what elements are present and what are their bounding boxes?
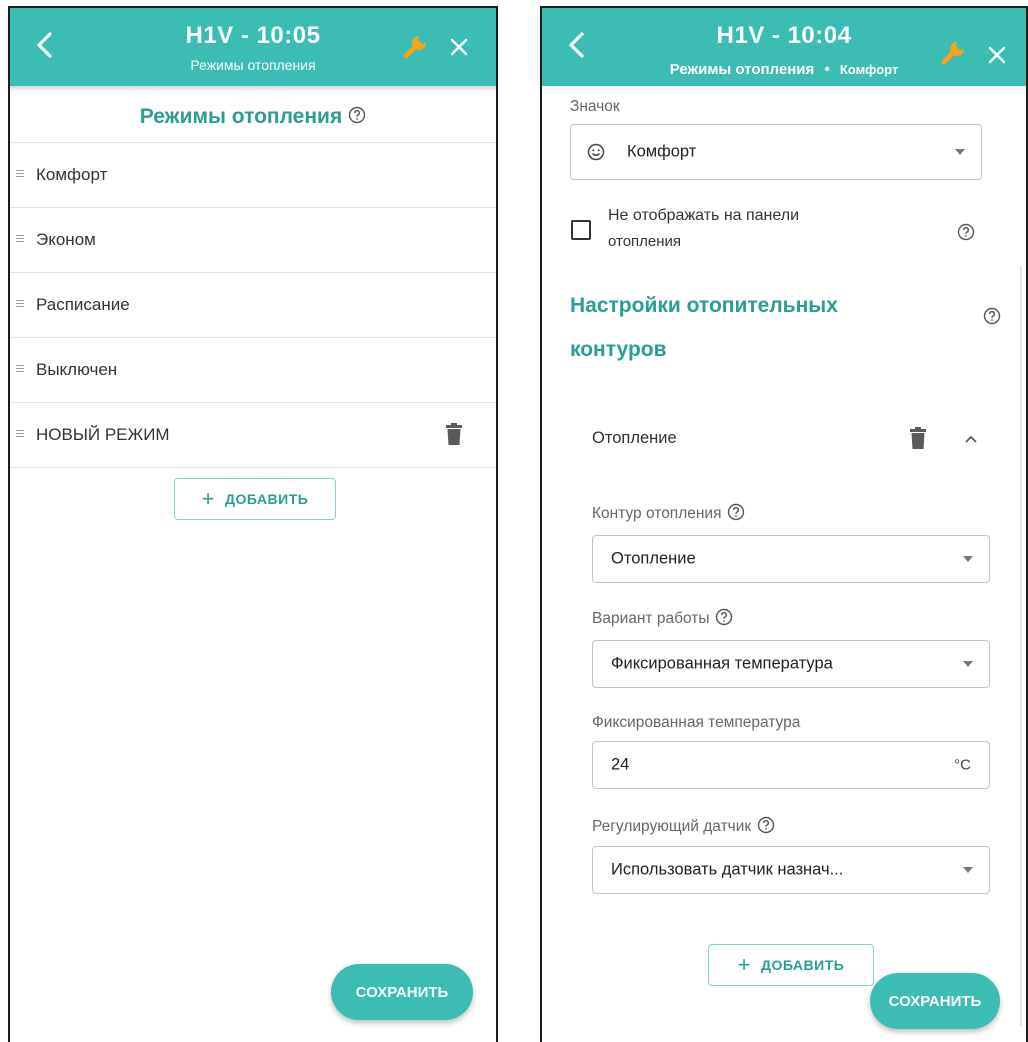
icon-select-value: Комфорт bbox=[627, 142, 697, 161]
icon-select[interactable]: Комфорт bbox=[570, 124, 982, 180]
circuits-section-title: Настройки отопительных контуров bbox=[570, 284, 838, 372]
mode-label: НОВЫЙ РЕЖИМ bbox=[36, 425, 170, 444]
list-item-mode[interactable]: Выключен bbox=[10, 337, 496, 402]
circuits-title-line2: контуров bbox=[570, 338, 667, 361]
save-button[interactable]: СОХРАНИТЬ bbox=[870, 973, 1000, 1029]
fixed-temp-label: Фиксированная температура bbox=[592, 714, 801, 731]
section-title-text: Режимы отопления bbox=[139, 105, 343, 128]
chevron-up-icon[interactable] bbox=[964, 434, 978, 444]
circuit-name: Отопление bbox=[592, 429, 677, 447]
drag-handle-icon[interactable] bbox=[16, 170, 24, 179]
help-icon[interactable] bbox=[957, 223, 975, 241]
hide-on-panel-label-line1: Не отображать на панели bbox=[608, 207, 800, 224]
smiley-icon bbox=[587, 143, 605, 161]
circuits-title-line1: Настройки отопительных bbox=[570, 294, 838, 317]
hide-on-panel-checkbox[interactable] bbox=[571, 220, 591, 240]
help-icon[interactable] bbox=[727, 503, 745, 521]
contour-label: Контур отопления bbox=[592, 503, 745, 523]
mode-label: Выключен bbox=[36, 360, 118, 379]
phone-screen-mode-comfort: H1V - 10:04 Режимы отопления • Комфорт З… bbox=[540, 6, 1028, 1042]
add-label: ДОБАВИТЬ bbox=[761, 957, 845, 973]
drag-handle-icon[interactable] bbox=[16, 365, 24, 374]
close-icon[interactable] bbox=[450, 38, 468, 56]
add-circuit-button[interactable]: + ДОБАВИТЬ bbox=[708, 944, 874, 986]
list-item-mode[interactable]: Эконом bbox=[10, 207, 496, 272]
app-header: H1V - 10:04 Режимы отопления • Комфорт bbox=[542, 8, 1026, 86]
plus-icon: + bbox=[737, 952, 752, 977]
work-mode-label: Вариант работы bbox=[592, 608, 733, 628]
breadcrumb-parent[interactable]: Режимы отопления bbox=[670, 61, 815, 78]
phone-screen-heating-modes: H1V - 10:05 Режимы отопления Режимы отоп… bbox=[8, 6, 498, 1042]
hide-on-panel-label: Не отображать на панели отопления bbox=[608, 203, 799, 255]
chevron-down-icon bbox=[963, 867, 973, 873]
list-item-mode[interactable]: НОВЫЙ РЕЖИМ bbox=[10, 402, 496, 468]
work-mode-select-value: Фиксированная температура bbox=[611, 654, 833, 673]
sensor-select-value: Использовать датчик назнач... bbox=[611, 860, 844, 879]
icon-field-label: Значок bbox=[570, 98, 620, 115]
contour-select-value: Отопление bbox=[611, 549, 696, 568]
add-label: ДОБАВИТЬ bbox=[225, 491, 309, 507]
drag-handle-icon[interactable] bbox=[16, 430, 24, 439]
help-icon[interactable] bbox=[348, 106, 366, 124]
breadcrumb-current: Комфорт bbox=[839, 62, 899, 77]
scrollbar[interactable] bbox=[1020, 266, 1022, 1026]
delete-icon[interactable] bbox=[910, 427, 926, 449]
list-item-mode[interactable]: Расписание bbox=[10, 272, 496, 337]
chevron-down-icon bbox=[955, 149, 965, 155]
save-button[interactable]: СОХРАНИТЬ bbox=[331, 964, 473, 1020]
modes-list: Комфорт Эконом Расписание Выключен НОВЫЙ… bbox=[10, 142, 496, 468]
help-icon[interactable] bbox=[715, 608, 733, 626]
hide-on-panel-label-line2: отопления bbox=[608, 233, 682, 250]
contour-label-text: Контур отопления bbox=[592, 505, 722, 522]
add-mode-button[interactable]: + ДОБАВИТЬ bbox=[174, 478, 336, 520]
mode-label: Эконом bbox=[36, 230, 96, 249]
help-icon[interactable] bbox=[983, 307, 1001, 325]
breadcrumb-separator: • bbox=[824, 61, 830, 78]
header-shadow bbox=[10, 86, 496, 92]
wrench-icon[interactable] bbox=[940, 38, 968, 66]
chevron-down-icon bbox=[963, 556, 973, 562]
chevron-down-icon bbox=[963, 661, 973, 667]
work-mode-select[interactable]: Фиксированная температура bbox=[592, 640, 990, 688]
sensor-label: Регулирующий датчик bbox=[592, 816, 775, 836]
sensor-select[interactable]: Использовать датчик назнач... bbox=[592, 846, 990, 894]
list-item-mode[interactable]: Комфорт bbox=[10, 142, 496, 207]
fixed-temp-input[interactable]: 24 °C bbox=[592, 741, 990, 789]
work-mode-label-text: Вариант работы bbox=[592, 610, 710, 627]
delete-icon[interactable] bbox=[446, 423, 462, 445]
app-header: H1V - 10:05 Режимы отопления bbox=[10, 8, 496, 86]
contour-select[interactable]: Отопление bbox=[592, 535, 990, 583]
fixed-temp-value: 24 bbox=[611, 755, 630, 774]
drag-handle-icon[interactable] bbox=[16, 235, 24, 244]
mode-label: Комфорт bbox=[36, 165, 108, 184]
close-icon[interactable] bbox=[988, 46, 1006, 64]
mode-label: Расписание bbox=[36, 295, 130, 314]
drag-handle-icon[interactable] bbox=[16, 300, 24, 309]
sensor-label-text: Регулирующий датчик bbox=[592, 818, 752, 835]
wrench-icon[interactable] bbox=[402, 32, 430, 60]
help-icon[interactable] bbox=[757, 816, 775, 834]
temp-unit: °C bbox=[954, 756, 971, 774]
section-title: Режимы отопления bbox=[10, 105, 496, 129]
plus-icon: + bbox=[201, 486, 216, 511]
